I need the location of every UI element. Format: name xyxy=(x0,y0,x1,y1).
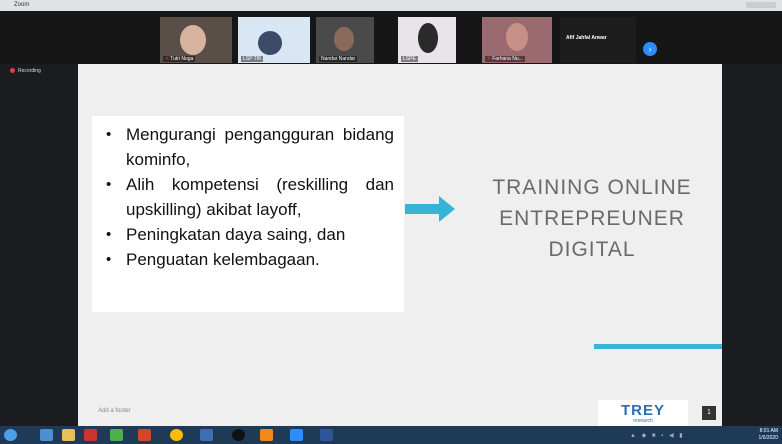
window-title: Zoom xyxy=(14,2,30,8)
shared-slide: Mengurangi pengangguran bidang kominfo, … xyxy=(78,64,722,434)
page-number: 1 xyxy=(702,406,716,420)
trey-logo: TREY research xyxy=(598,400,688,428)
participant-tile[interactable]: ✕Farhana Nu... xyxy=(482,17,552,63)
explorer-icon[interactable] xyxy=(62,429,75,441)
zoom-app-icon[interactable] xyxy=(290,429,303,441)
participant-name: Farhana Nu... xyxy=(492,56,523,62)
slide-title: TRAINING ONLINE ENTREPREUNER DIGITAL xyxy=(462,172,722,265)
bullet-item: Peningkatan daya saing, dan xyxy=(104,222,394,247)
participant-strip: ✕Tutri Noga LSP TIK Nandar Nandar LSPE ✕… xyxy=(0,11,782,64)
mic-muted-icon: ✕ xyxy=(165,56,170,62)
system-clock[interactable]: 8:01 AM 1/6/2020 xyxy=(759,428,778,442)
ie-icon[interactable] xyxy=(40,429,53,441)
bullet-item: Alih kompetensi (reskilling dan upskilli… xyxy=(104,172,394,222)
participant-tile[interactable]: LSP TIK xyxy=(238,17,310,63)
chrome-icon[interactable] xyxy=(170,429,183,441)
next-page-button[interactable]: › xyxy=(643,42,657,56)
bullet-item: Penguatan kelembagaan. xyxy=(104,247,394,272)
arrow-right-icon xyxy=(405,196,455,222)
window-titlebar: Zoom xyxy=(0,0,782,11)
slide-footer: Add a footer xyxy=(98,408,131,414)
participant-video xyxy=(258,31,282,55)
start-icon[interactable] xyxy=(4,429,17,441)
accent-bar xyxy=(594,344,722,349)
bullet-item: Mengurangi pengangguran bidang kominfo, xyxy=(104,122,394,172)
record-dot-icon xyxy=(10,68,15,74)
participant-tile[interactable]: Afif Jahfal Anwar xyxy=(560,17,636,63)
participant-name: Afif Jahfal Anwar xyxy=(566,35,607,41)
system-tray-icons[interactable]: ▲ ◆ ■ ▪ ◀ ▮ xyxy=(630,432,685,439)
slide-title-line: ENTREPREUNER xyxy=(499,207,685,230)
participant-video xyxy=(334,27,354,51)
participant-name: Nandar Nandar xyxy=(321,56,356,62)
participant-video xyxy=(506,23,528,51)
participant-name: Tutri Noga xyxy=(170,56,194,62)
slide-title-line: DIGITAL xyxy=(548,238,636,261)
app-icon[interactable] xyxy=(200,429,213,441)
window-controls[interactable] xyxy=(746,2,776,8)
mic-muted-icon: ✕ xyxy=(487,56,492,62)
app-icon[interactable] xyxy=(84,429,97,441)
clock-date: 1/6/2020 xyxy=(758,435,778,441)
recording-label: Recording xyxy=(18,68,41,74)
app-icon[interactable] xyxy=(110,429,123,441)
participant-tile[interactable]: ✕Tutri Noga xyxy=(160,17,232,63)
bullet-box: Mengurangi pengangguran bidang kominfo, … xyxy=(92,116,404,312)
recording-indicator: Recording xyxy=(10,68,41,74)
participant-name: LSP TIK xyxy=(243,56,262,62)
participant-video xyxy=(180,25,206,55)
windows-taskbar: ▲ ◆ ■ ▪ ◀ ▮ 8:01 AM 1/6/2020 xyxy=(0,426,782,444)
app-icon[interactable] xyxy=(232,429,245,441)
slide-title-line: TRAINING ONLINE xyxy=(492,176,692,199)
powerpoint-icon[interactable] xyxy=(138,429,151,441)
app-icon[interactable] xyxy=(260,429,273,441)
bullet-list: Mengurangi pengangguran bidang kominfo, … xyxy=(104,122,394,272)
participant-video xyxy=(418,23,438,53)
participant-tile[interactable]: LSPE xyxy=(398,17,456,63)
participant-name: LSPE xyxy=(403,56,416,62)
clock-time: 8:01 AM xyxy=(759,428,778,434)
word-icon[interactable] xyxy=(320,429,333,441)
participant-tile[interactable]: Nandar Nandar xyxy=(316,17,374,63)
